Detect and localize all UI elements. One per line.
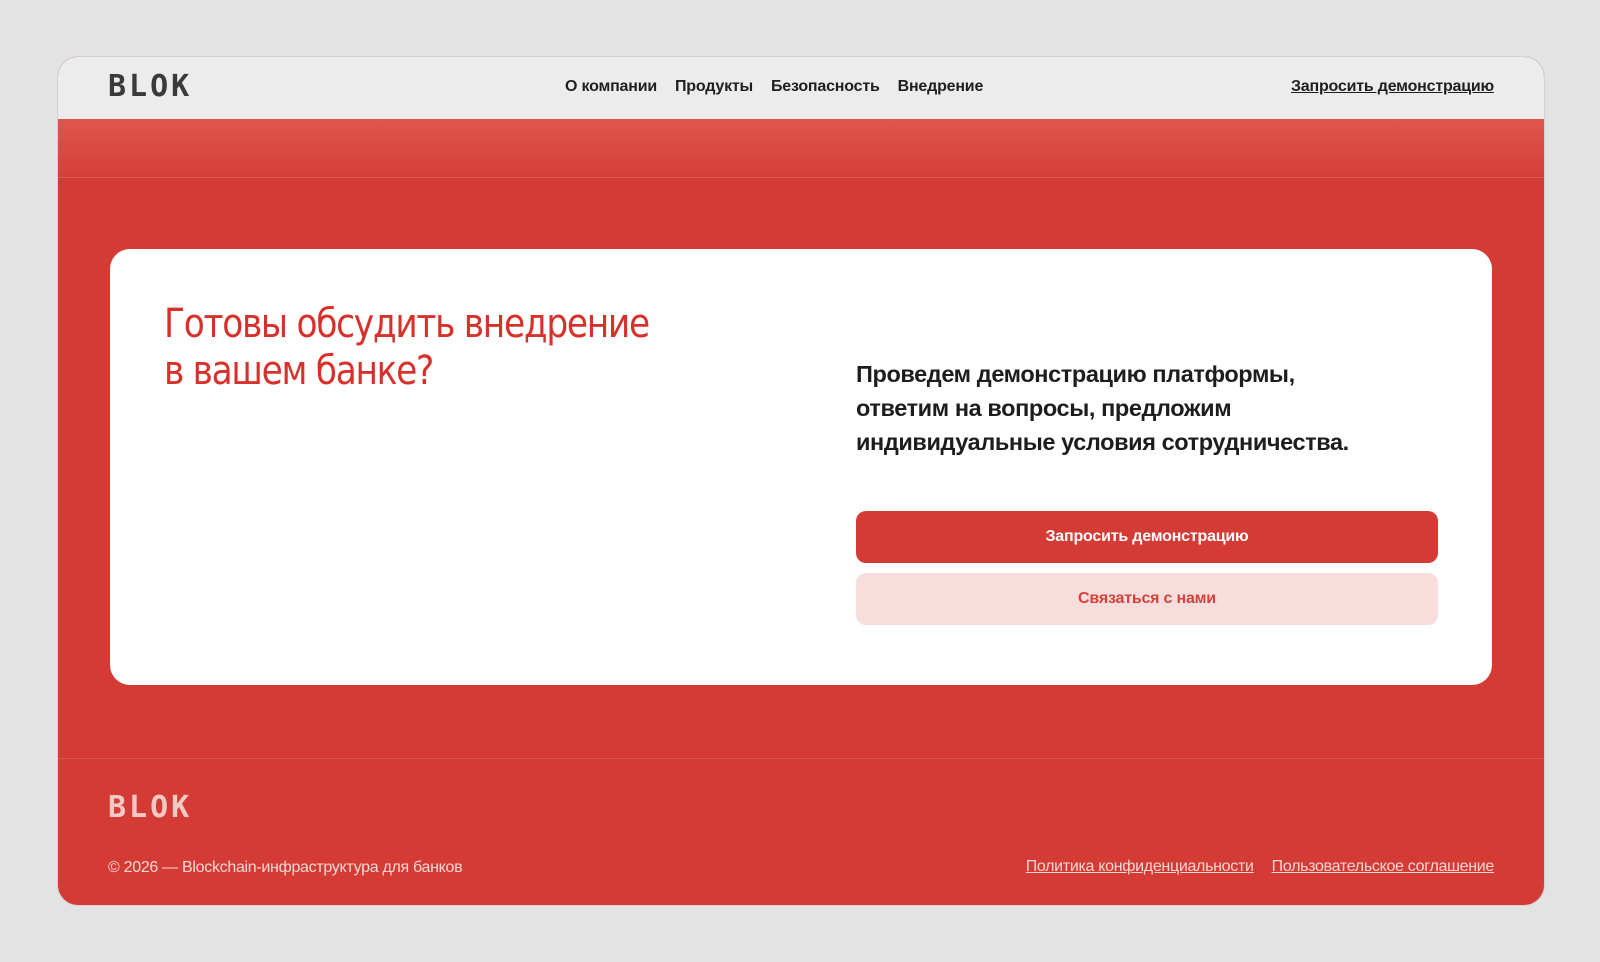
nav-item-about[interactable]: О компании [565, 77, 657, 97]
contact-us-button[interactable]: Связаться с нами [856, 573, 1438, 625]
copyright-text: © 2026 — Blockchain-инфраструктура для б… [108, 859, 463, 876]
request-demo-link[interactable]: Запросить демонстрацию [1291, 77, 1494, 97]
cta-title: Готовы обсудить внедрение в вашем банке? [164, 301, 650, 394]
cta-card: Готовы обсудить внедрение в вашем банке?… [110, 249, 1492, 685]
nav-item-products[interactable]: Продукты [675, 77, 753, 97]
footer-divider [58, 758, 1544, 759]
hero-band [58, 119, 1544, 178]
footer-links: Политика конфиденциальности Пользователь… [1026, 857, 1495, 877]
user-agreement-link[interactable]: Пользовательское соглашение [1272, 857, 1495, 877]
nav-item-security[interactable]: Безопасность [771, 77, 880, 97]
footer-logo[interactable]: BLOK [108, 793, 192, 823]
privacy-policy-link[interactable]: Политика конфиденциальности [1026, 857, 1254, 877]
site-header: BLOK О компании Продукты Безопасность Вн… [58, 57, 1544, 119]
main-nav: О компании Продукты Безопасность Внедрен… [565, 77, 983, 97]
browser-window: BLOK О компании Продукты Безопасность Вн… [58, 57, 1544, 905]
logo[interactable]: BLOK [108, 72, 192, 102]
nav-item-implementation[interactable]: Внедрение [898, 77, 984, 97]
cta-description: Проведем демонстрацию платформы, ответим… [856, 361, 1349, 455]
request-demo-button[interactable]: Запросить демонстрацию [856, 511, 1438, 563]
